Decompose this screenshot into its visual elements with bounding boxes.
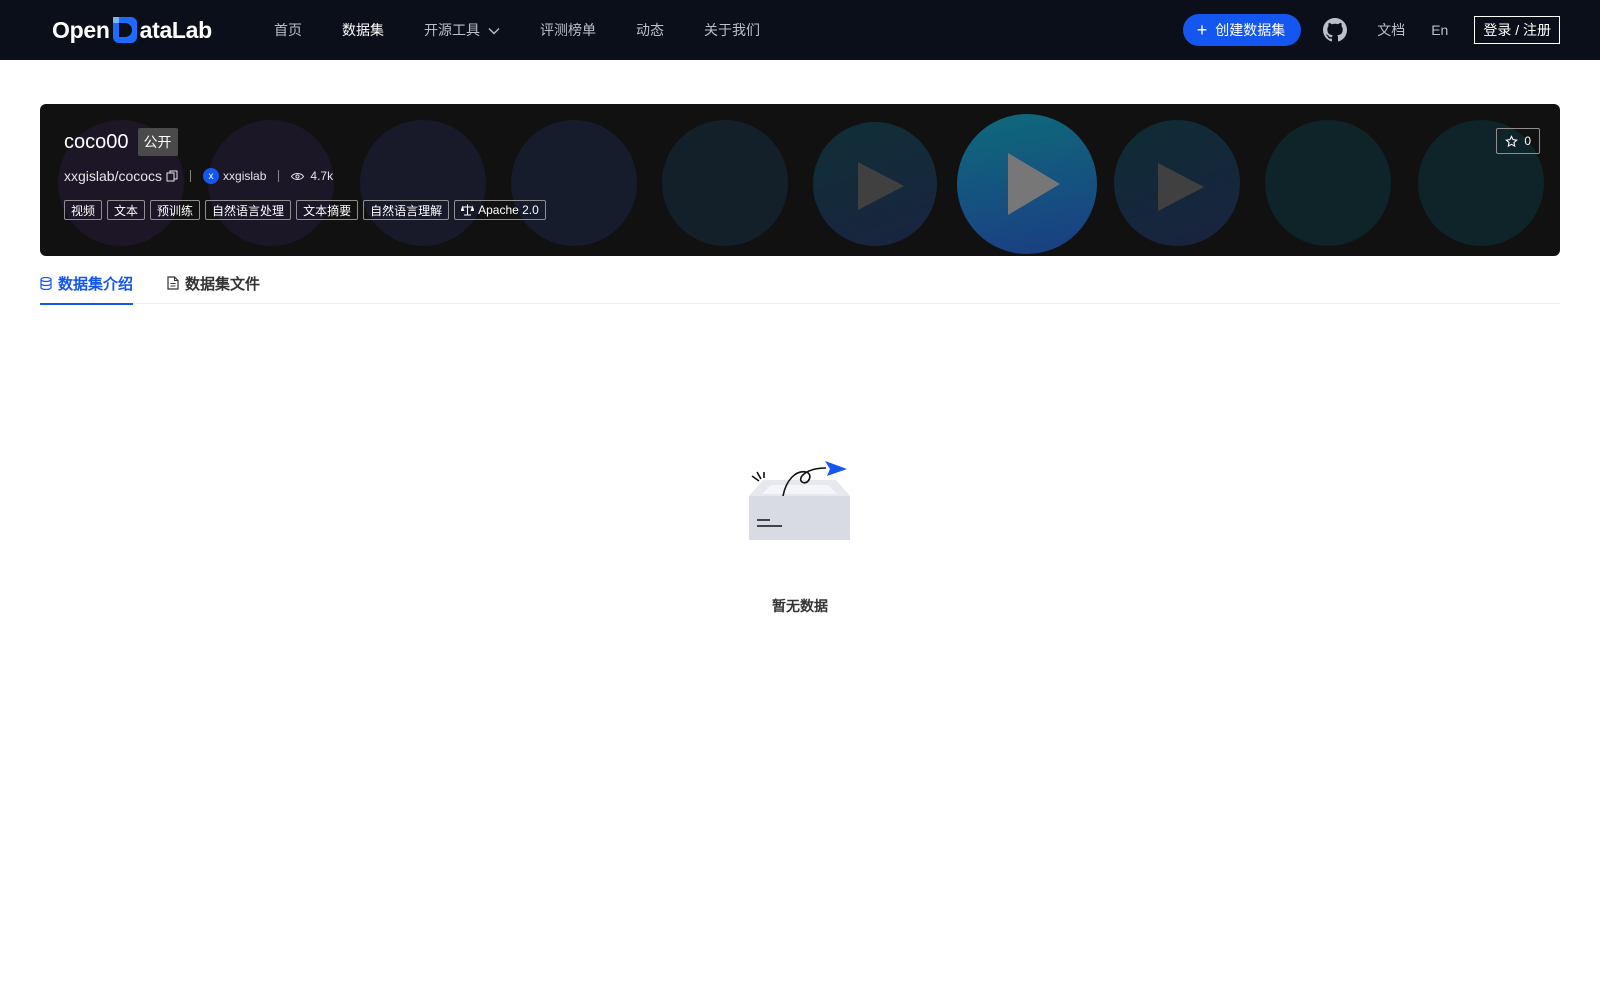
nav-right: + 创建数据集 文档 En 登录 / 注册 xyxy=(1182,0,1560,60)
plus-icon: + xyxy=(1196,20,1208,40)
create-dataset-button[interactable]: + 创建数据集 xyxy=(1182,14,1302,46)
file-icon xyxy=(167,276,179,290)
dataset-tabs: 数据集介绍 数据集文件 xyxy=(40,262,1560,305)
copy-icon[interactable] xyxy=(166,170,178,182)
star-count: 0 xyxy=(1524,134,1531,148)
tag[interactable]: 文本摘要 xyxy=(296,200,359,220)
create-dataset-label: 创建数据集 xyxy=(1215,22,1286,38)
nav-home[interactable]: 首页 xyxy=(274,20,302,40)
nav-open-tools-label: 开源工具 xyxy=(424,22,480,38)
nav-news[interactable]: 动态 xyxy=(636,20,664,40)
star-icon xyxy=(1505,134,1519,147)
tab-dataset-files-label: 数据集文件 xyxy=(185,275,261,293)
banner-circle xyxy=(360,120,486,246)
license-tag[interactable]: Apache 2.0 xyxy=(454,200,546,220)
opendatalab-logo[interactable]: Open ataLab xyxy=(52,14,212,46)
star-button[interactable]: 0 xyxy=(1496,128,1540,154)
logo-d-icon xyxy=(111,15,139,45)
play-icon xyxy=(858,162,904,210)
view-count-value: 4.7k xyxy=(310,169,334,183)
tag[interactable]: 视频 xyxy=(64,200,103,220)
nav-open-tools[interactable]: 开源工具 xyxy=(424,20,500,40)
top-nav: Open ataLab 首页 数据集 开源工具 评测榜单 动态 关于我们 + 创… xyxy=(0,0,1600,60)
license-label: Apache 2.0 xyxy=(478,203,539,217)
visibility-badge: 公开 xyxy=(137,128,178,156)
dataset-path: xxgislab/cococs xyxy=(64,168,163,184)
dataset-title-row: coco00 公开 xyxy=(64,128,178,156)
scale-icon xyxy=(461,204,475,216)
chevron-down-icon xyxy=(488,22,500,38)
banner-circle xyxy=(1265,120,1391,246)
tag-list: 视频 文本 预训练 自然语言处理 文本摘要 自然语言理解 Apache 2.0 xyxy=(64,200,551,220)
divider xyxy=(278,170,280,182)
tab-dataset-intro-label: 数据集介绍 xyxy=(58,275,134,293)
logo-text-right: ataLab xyxy=(139,16,213,43)
nav-datasets[interactable]: 数据集 xyxy=(342,20,384,40)
nav-leaderboard[interactable]: 评测榜单 xyxy=(540,20,596,40)
login-register-button[interactable]: 登录 / 注册 xyxy=(1474,16,1560,44)
tag[interactable]: 自然语言理解 xyxy=(363,200,450,220)
tag[interactable]: 预训练 xyxy=(150,200,201,220)
tag[interactable]: 自然语言处理 xyxy=(205,200,292,220)
play-icon xyxy=(1008,153,1060,215)
tab-dataset-intro[interactable]: 数据集介绍 xyxy=(40,262,134,305)
dataset-meta: xxgislab/cococs x xxgislab 4.7k xyxy=(64,168,333,184)
tag[interactable]: 文本 xyxy=(107,200,146,220)
github-icon[interactable] xyxy=(1323,18,1348,42)
dataset-banner: coco00 公开 xxgislab/cococs x xxgislab 4.7… xyxy=(40,104,1560,256)
nav-links: 首页 数据集 开源工具 评测榜单 动态 关于我们 xyxy=(274,0,800,60)
empty-illustration xyxy=(740,460,860,565)
nav-docs[interactable]: 文档 xyxy=(1377,20,1405,40)
dataset-title: coco00 xyxy=(64,130,129,153)
view-count: 4.7k xyxy=(291,169,333,183)
eye-icon xyxy=(291,172,305,180)
banner-circle xyxy=(662,120,788,246)
language-toggle[interactable]: En xyxy=(1431,22,1448,38)
tab-dataset-files[interactable]: 数据集文件 xyxy=(167,262,260,304)
divider xyxy=(190,170,192,182)
owner-name[interactable]: xxgislab xyxy=(223,169,266,183)
logo-text-left: Open xyxy=(52,16,110,43)
empty-state-text: 暂无数据 xyxy=(772,598,828,614)
avatar: x xyxy=(203,168,220,184)
play-icon xyxy=(1158,163,1204,211)
database-icon xyxy=(40,276,52,290)
nav-about[interactable]: 关于我们 xyxy=(704,20,760,40)
banner-circle xyxy=(511,120,637,246)
